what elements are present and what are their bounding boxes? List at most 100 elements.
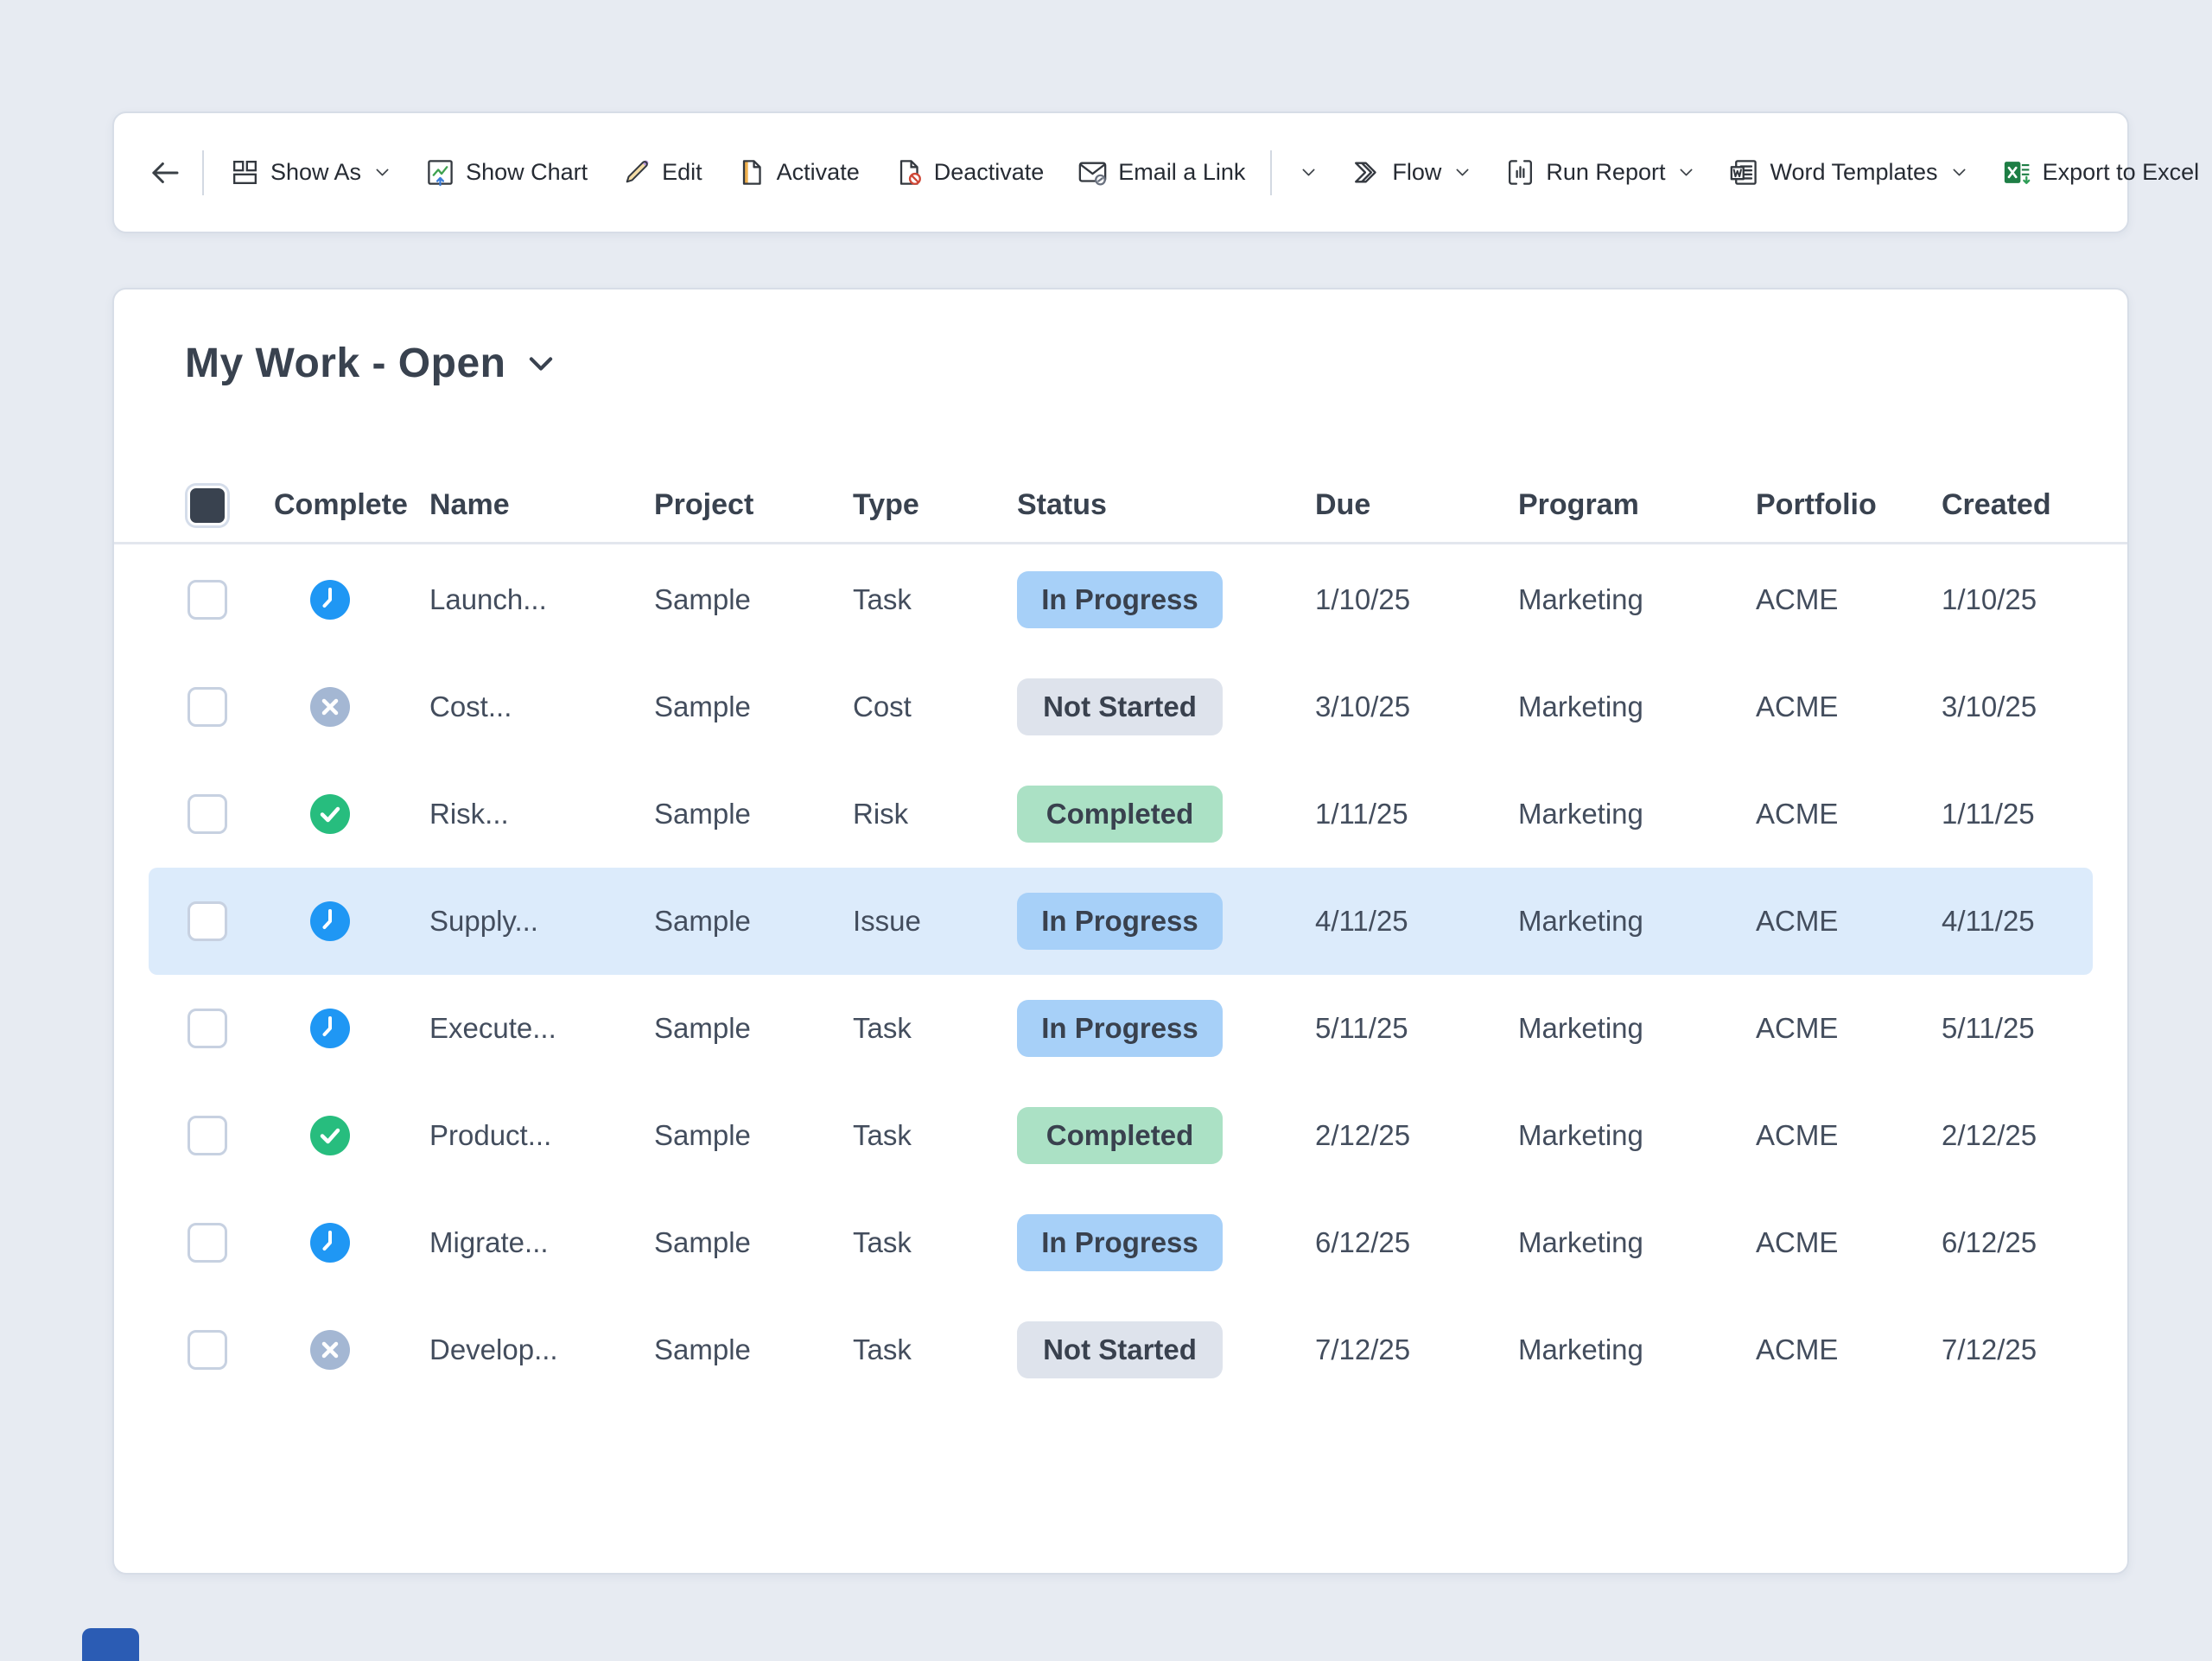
- column-header-name[interactable]: Name: [429, 488, 654, 522]
- due-cell: 1/10/25: [1315, 583, 1518, 616]
- complete-status-button[interactable]: [310, 1330, 350, 1370]
- chart-icon: [424, 156, 456, 188]
- document-activate-icon: [735, 156, 767, 188]
- name-cell: Cost...: [429, 690, 654, 723]
- complete-status-button[interactable]: [310, 1009, 350, 1048]
- view-selector[interactable]: My Work - Open: [185, 340, 2127, 387]
- created-cell: 1/10/25: [1942, 583, 2075, 616]
- program-cell: Marketing: [1518, 690, 1756, 723]
- program-cell: Marketing: [1518, 1012, 1756, 1045]
- column-header-program[interactable]: Program: [1518, 488, 1756, 522]
- row-checkbox[interactable]: [188, 901, 227, 941]
- column-header-portfolio[interactable]: Portfolio: [1756, 488, 1942, 522]
- check-icon: [310, 1116, 350, 1155]
- clock-icon: [310, 1009, 350, 1048]
- export-to-excel-button[interactable]: Export to Excel: [1985, 139, 2212, 207]
- table-row[interactable]: Develop... Sample Task Not Started 7/12/…: [149, 1296, 2093, 1403]
- run-report-button[interactable]: Run Report: [1488, 139, 1712, 207]
- row-checkbox[interactable]: [188, 1116, 227, 1155]
- program-cell: Marketing: [1518, 1119, 1756, 1152]
- activate-button[interactable]: Activate: [719, 139, 876, 207]
- complete-status-button[interactable]: [310, 901, 350, 941]
- select-all-checkbox[interactable]: [188, 486, 227, 525]
- arrow-left-icon: [147, 155, 183, 191]
- portfolio-cell: ACME: [1756, 1012, 1942, 1045]
- word-templates-label: Word Templates: [1770, 159, 1937, 186]
- status-badge: Not Started: [1017, 1321, 1223, 1378]
- portfolio-cell: ACME: [1756, 583, 1942, 616]
- more-commands-button[interactable]: [1281, 139, 1334, 207]
- complete-status-button[interactable]: [310, 794, 350, 834]
- edit-button[interactable]: Edit: [604, 139, 719, 207]
- status-badge: In Progress: [1017, 1000, 1223, 1057]
- name-cell: Migrate...: [429, 1226, 654, 1259]
- program-cell: Marketing: [1518, 798, 1756, 830]
- table-row[interactable]: Risk... Sample Risk Completed 1/11/25 Ma…: [149, 760, 2093, 868]
- clock-icon: [310, 1223, 350, 1263]
- table-row[interactable]: Product... Sample Task Completed 2/12/25…: [149, 1082, 2093, 1189]
- status-badge: In Progress: [1017, 571, 1223, 628]
- status-badge: Completed: [1017, 786, 1223, 843]
- complete-status-button[interactable]: [310, 687, 350, 727]
- chevron-down-icon: [1950, 163, 1968, 181]
- complete-status-button[interactable]: [310, 1223, 350, 1263]
- row-checkbox[interactable]: [188, 1223, 227, 1263]
- due-cell: 2/12/25: [1315, 1119, 1518, 1152]
- table-row[interactable]: Supply... Sample Issue In Progress 4/11/…: [149, 868, 2093, 975]
- pencil-icon: [620, 156, 652, 188]
- created-cell: 2/12/25: [1942, 1119, 2075, 1152]
- column-header-type[interactable]: Type: [853, 488, 1017, 522]
- row-checkbox[interactable]: [188, 1330, 227, 1370]
- x-icon: [310, 1330, 350, 1370]
- table-row[interactable]: Cost... Sample Cost Not Started 3/10/25 …: [149, 653, 2093, 760]
- column-header-due[interactable]: Due: [1315, 488, 1518, 522]
- row-checkbox[interactable]: [188, 580, 227, 620]
- type-cell: Cost: [853, 690, 1017, 723]
- table-header-row: Complete Name Project Type Status Due Pr…: [114, 468, 2127, 544]
- status-badge: In Progress: [1017, 1214, 1223, 1271]
- table-body: Launch... Sample Task In Progress 1/10/2…: [114, 544, 2127, 1403]
- row-checkbox[interactable]: [188, 687, 227, 727]
- row-checkbox[interactable]: [188, 1009, 227, 1048]
- complete-status-button[interactable]: [310, 1116, 350, 1155]
- table-row[interactable]: Execute... Sample Task In Progress 5/11/…: [149, 975, 2093, 1082]
- deactivate-button[interactable]: Deactivate: [876, 139, 1061, 207]
- email-a-link-button[interactable]: Email a Link: [1060, 139, 1262, 207]
- created-cell: 1/11/25: [1942, 798, 2075, 830]
- word-templates-button[interactable]: Word Templates: [1712, 139, 1984, 207]
- name-cell: Develop...: [429, 1333, 654, 1366]
- email-link-icon: [1077, 156, 1109, 188]
- flow-label: Flow: [1392, 159, 1441, 186]
- document-deactivate-icon: [893, 156, 925, 188]
- column-header-status[interactable]: Status: [1017, 488, 1315, 522]
- chevron-down-icon: [373, 163, 391, 181]
- program-cell: Marketing: [1518, 905, 1756, 938]
- status-badge: In Progress: [1017, 893, 1223, 950]
- flow-button[interactable]: Flow: [1334, 139, 1488, 207]
- table-row[interactable]: Migrate... Sample Task In Progress 6/12/…: [149, 1189, 2093, 1296]
- type-cell: Task: [853, 1226, 1017, 1259]
- check-icon: [310, 794, 350, 834]
- type-cell: Risk: [853, 798, 1017, 830]
- show-as-button[interactable]: Show As: [213, 139, 408, 207]
- activate-label: Activate: [777, 159, 860, 186]
- column-header-created[interactable]: Created: [1942, 488, 2075, 522]
- portfolio-cell: ACME: [1756, 1226, 1942, 1259]
- table-row[interactable]: Launch... Sample Task In Progress 1/10/2…: [149, 546, 2093, 653]
- row-checkbox[interactable]: [188, 794, 227, 834]
- command-bar: Show As Show Chart Edit Activate Deactiv…: [112, 111, 2129, 233]
- bottom-left-accent-fragment: [82, 1628, 139, 1661]
- portfolio-cell: ACME: [1756, 905, 1942, 938]
- project-cell: Sample: [654, 905, 853, 938]
- due-cell: 5/11/25: [1315, 1012, 1518, 1045]
- show-chart-button[interactable]: Show Chart: [408, 139, 604, 207]
- created-cell: 6/12/25: [1942, 1226, 2075, 1259]
- created-cell: 5/11/25: [1942, 1012, 2075, 1045]
- column-header-project[interactable]: Project: [654, 488, 853, 522]
- status-badge: Not Started: [1017, 678, 1223, 735]
- project-cell: Sample: [654, 1226, 853, 1259]
- chevron-down-icon: [524, 347, 557, 380]
- complete-status-button[interactable]: [310, 580, 350, 620]
- back-button[interactable]: [137, 139, 194, 207]
- column-header-complete[interactable]: Complete: [274, 488, 429, 522]
